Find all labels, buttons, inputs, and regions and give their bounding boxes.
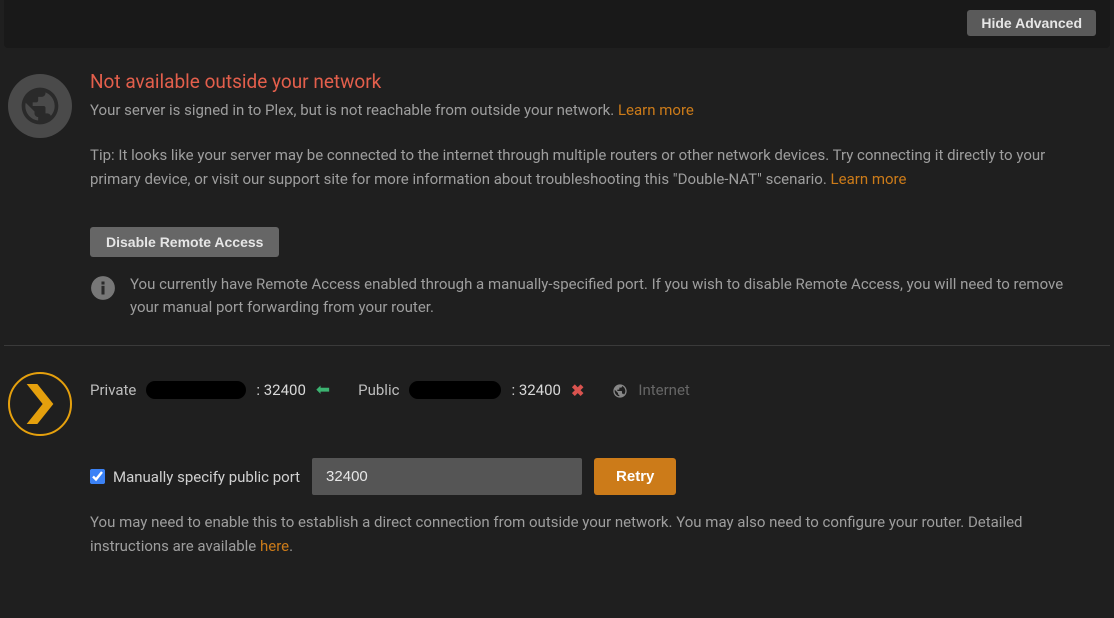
connection-info-row: Private : 32400 ⬅ Public : 32400 ✖ Inter… bbox=[90, 368, 1092, 400]
manual-port-checkbox-label[interactable]: Manually specify public port bbox=[90, 468, 300, 486]
manual-port-checkbox[interactable] bbox=[90, 469, 105, 484]
internet-globe-icon bbox=[612, 381, 628, 399]
private-label: Private bbox=[90, 381, 136, 399]
tip-text: Tip: It looks like your server may be co… bbox=[90, 144, 1092, 191]
connection-content: Private : 32400 ⬅ Public : 32400 ✖ Inter… bbox=[90, 368, 1110, 558]
manual-port-label-text: Manually specify public port bbox=[113, 468, 300, 486]
status-heading: Not available outside your network bbox=[90, 70, 1092, 93]
public-ip-redacted bbox=[409, 381, 501, 399]
alert-text: You currently have Remote Access enabled… bbox=[130, 273, 1092, 320]
public-label: Public bbox=[358, 381, 399, 399]
connection-icon-column bbox=[4, 368, 90, 558]
manual-help-text: You may need to enable this to establish… bbox=[90, 511, 1092, 558]
x-icon: ✖ bbox=[571, 381, 584, 400]
learn-more-link[interactable]: Learn more bbox=[618, 101, 694, 119]
status-content: Not available outside your network Your … bbox=[90, 70, 1110, 319]
hide-advanced-button[interactable]: Hide Advanced bbox=[967, 10, 1096, 36]
tip-learn-more-link[interactable]: Learn more bbox=[831, 170, 907, 188]
status-subtext-text: Your server is signed in to Plex, but is… bbox=[90, 101, 618, 119]
retry-button[interactable]: Retry bbox=[594, 458, 676, 495]
plex-icon bbox=[8, 372, 72, 436]
help-text-2: . bbox=[289, 537, 293, 555]
alert-icon bbox=[90, 273, 116, 320]
private-port: : 32400 bbox=[256, 381, 306, 399]
arrow-left-icon: ⬅ bbox=[316, 380, 330, 400]
public-port-input[interactable] bbox=[312, 458, 582, 495]
alert-row: You currently have Remote Access enabled… bbox=[90, 273, 1092, 320]
disable-remote-access-button[interactable]: Disable Remote Access bbox=[90, 227, 279, 257]
help-here-link[interactable]: here bbox=[260, 537, 289, 555]
status-subtext: Your server is signed in to Plex, but is… bbox=[90, 99, 1092, 122]
globe-icon bbox=[8, 74, 72, 138]
advanced-toolbar: Hide Advanced bbox=[4, 0, 1110, 48]
connection-section: Private : 32400 ⬅ Public : 32400 ✖ Inter… bbox=[0, 346, 1114, 558]
status-section: Not available outside your network Your … bbox=[0, 48, 1114, 319]
status-icon-column bbox=[4, 70, 90, 319]
internet-label: Internet bbox=[638, 381, 689, 399]
manual-port-row: Manually specify public port Retry bbox=[90, 458, 1092, 495]
help-text-1: You may need to enable this to establish… bbox=[90, 513, 1023, 554]
public-port: : 32400 bbox=[511, 381, 561, 399]
private-ip-redacted bbox=[146, 381, 246, 399]
